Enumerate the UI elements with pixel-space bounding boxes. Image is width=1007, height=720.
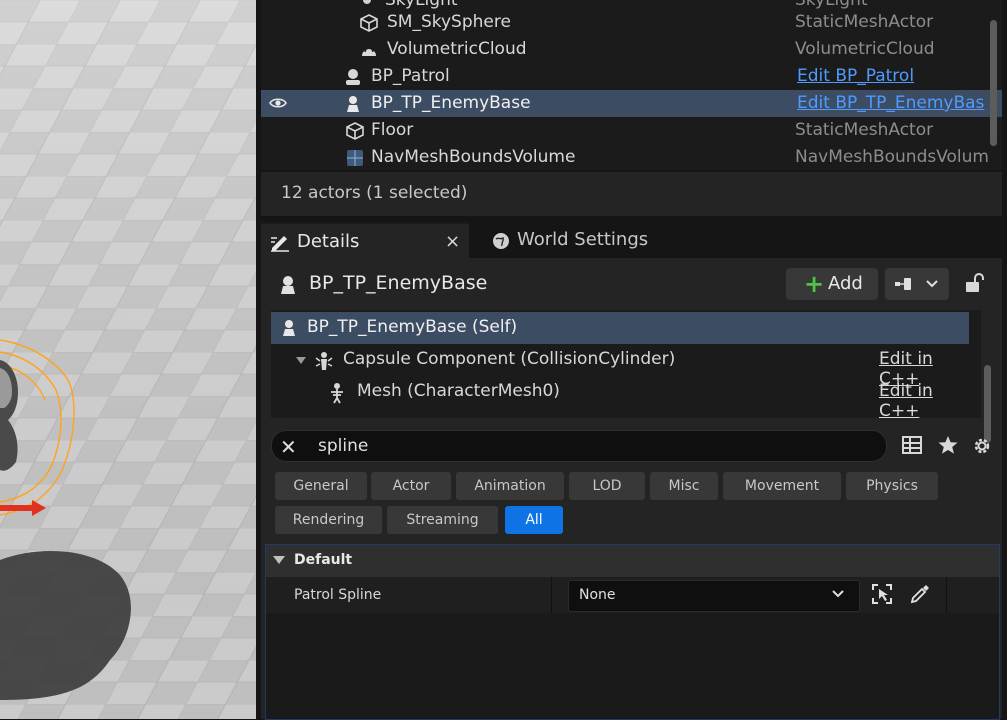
outliner-row[interactable]: SM_SkySphere StaticMeshActor (261, 9, 1002, 36)
column-divider[interactable] (551, 577, 552, 613)
outliner-status-bar: 12 actors (1 selected) (261, 172, 1002, 216)
property-label: Patrol Spline (294, 587, 382, 603)
filter-animation-button[interactable]: Animation (456, 472, 564, 500)
column-divider (946, 577, 947, 613)
edit-in-cpp-link[interactable]: Edit in C++ (879, 381, 969, 421)
patrol-spline-dropdown[interactable]: None (568, 580, 860, 612)
outliner-item-name: Floor (371, 120, 414, 140)
clear-search-icon[interactable]: ✕ (280, 435, 297, 459)
filter-physics-button[interactable]: Physics (846, 472, 938, 500)
property-grid: Patrol Spline None (265, 577, 1000, 720)
static-mesh-icon (360, 14, 378, 32)
outliner-item-name: NavMeshBoundsVolume (371, 147, 576, 167)
selected-actor-name: BP_TP_EnemyBase (309, 272, 488, 294)
outliner-row[interactable]: NavMeshBoundsVolume NavMeshBoundsVolum (261, 144, 1002, 170)
filter-general-button[interactable]: General (275, 472, 367, 500)
world-outliner: SkyLight SkyLight SM_SkySphere StaticMes… (261, 0, 1002, 170)
components-tree: BP_TP_EnemyBase (Self) Capsule Component… (271, 310, 991, 443)
details-pencil-icon (271, 236, 289, 252)
volumetric-cloud-icon (362, 47, 376, 56)
details-search-box: ✕ (271, 430, 887, 462)
add-component-button[interactable]: + Add (786, 268, 878, 300)
dropdown-value: None (579, 587, 616, 603)
filter-movement-button[interactable]: Movement (723, 472, 841, 500)
add-button-label: Add (828, 273, 863, 294)
outliner-row-selected[interactable]: BP_TP_EnemyBase Edit BP_TP_EnemyBas (261, 90, 1002, 117)
close-tab-icon[interactable]: × (445, 231, 460, 252)
tab-details-label: Details (297, 231, 360, 252)
navmesh-volume-icon (347, 150, 363, 166)
pick-actor-icon[interactable] (871, 583, 893, 605)
edit-blueprint-link[interactable]: Edit BP_Patrol (797, 66, 914, 86)
character-actor-icon (281, 276, 295, 294)
expand-arrow-icon[interactable] (295, 356, 307, 366)
filter-actor-button[interactable]: Actor (371, 472, 451, 500)
static-mesh-icon (346, 122, 364, 140)
category-default-header[interactable]: Default (265, 544, 1000, 577)
component-row-self[interactable]: BP_TP_EnemyBase (Self) (271, 312, 969, 344)
category-label: Default (294, 552, 353, 568)
component-row[interactable]: Capsule Component (CollisionCylinder) Ed… (271, 344, 969, 389)
outliner-item-name: SM_SkySphere (387, 12, 511, 32)
capsule-component-icon (315, 352, 333, 370)
filter-all-button[interactable]: All (505, 506, 563, 534)
visibility-eye-icon[interactable] (269, 95, 287, 111)
editor-side-panel: SkyLight SkyLight SM_SkySphere StaticMes… (256, 0, 1007, 720)
component-label: BP_TP_EnemyBase (Self) (307, 317, 518, 337)
globe-icon (493, 233, 509, 249)
collapse-arrow-icon (273, 556, 285, 564)
actor-count-label: 12 actors (1 selected) (281, 183, 468, 203)
outliner-item-type: VolumetricCloud (795, 39, 935, 59)
chevron-down-icon (832, 590, 844, 598)
plus-icon: + (804, 270, 825, 298)
settings-gear-icon[interactable] (971, 435, 993, 457)
viewport-scene (0, 0, 256, 719)
panel-tabs: Details × World Settings (261, 222, 1002, 260)
filter-rendering-button[interactable]: Rendering (275, 506, 382, 534)
component-label: Capsule Component (CollisionCylinder) (343, 349, 676, 369)
property-row-patrol-spline: Patrol Spline None (266, 577, 999, 613)
filter-lod-button[interactable]: LOD (569, 472, 645, 500)
details-panel: BP_TP_EnemyBase + Add BP_TP_EnemyBase (S… (261, 258, 1002, 720)
skeletal-mesh-icon (331, 383, 343, 404)
filter-streaming-button[interactable]: Streaming (387, 506, 498, 534)
tab-details[interactable]: Details × (261, 222, 469, 260)
outliner-item-type: StaticMeshActor (795, 12, 934, 32)
outliner-row[interactable]: VolumetricCloud VolumetricCloud (261, 36, 1002, 63)
eyedropper-icon[interactable] (909, 583, 931, 605)
character-actor-icon (283, 320, 295, 336)
details-search-input[interactable] (316, 433, 860, 459)
blueprint-actor-icon (346, 69, 360, 85)
component-label: Mesh (CharacterMesh0) (357, 381, 560, 401)
blueprint-node-icon (895, 278, 911, 290)
chevron-down-icon (926, 280, 938, 288)
star-favorite-icon[interactable] (937, 435, 959, 455)
tab-world-settings[interactable]: World Settings (487, 222, 687, 258)
blueprint-options-button[interactable] (885, 268, 949, 300)
outliner-item-type: NavMeshBoundsVolum (795, 147, 989, 167)
edit-blueprint-link[interactable]: Edit BP_TP_EnemyBas (797, 93, 984, 113)
components-scrollbar[interactable] (984, 365, 991, 443)
character-actor-icon (347, 96, 359, 112)
outliner-item-type: StaticMeshActor (795, 120, 934, 140)
filter-misc-button[interactable]: Misc (650, 472, 718, 500)
level-viewport[interactable] (0, 0, 256, 719)
component-row[interactable]: Mesh (CharacterMesh0) Edit in C++ (271, 376, 969, 421)
unlock-icon[interactable] (963, 272, 985, 294)
tab-world-settings-label: World Settings (517, 229, 649, 250)
outliner-item-name: BP_Patrol (371, 66, 450, 86)
outliner-row[interactable]: Floor StaticMeshActor (261, 117, 1002, 144)
outliner-item-name: BP_TP_EnemyBase (371, 93, 531, 113)
outliner-item-name: VolumetricCloud (387, 39, 527, 59)
outliner-scrollbar[interactable] (990, 20, 997, 146)
outliner-row[interactable]: BP_Patrol Edit BP_Patrol (261, 63, 1002, 90)
table-view-icon[interactable] (901, 435, 923, 455)
